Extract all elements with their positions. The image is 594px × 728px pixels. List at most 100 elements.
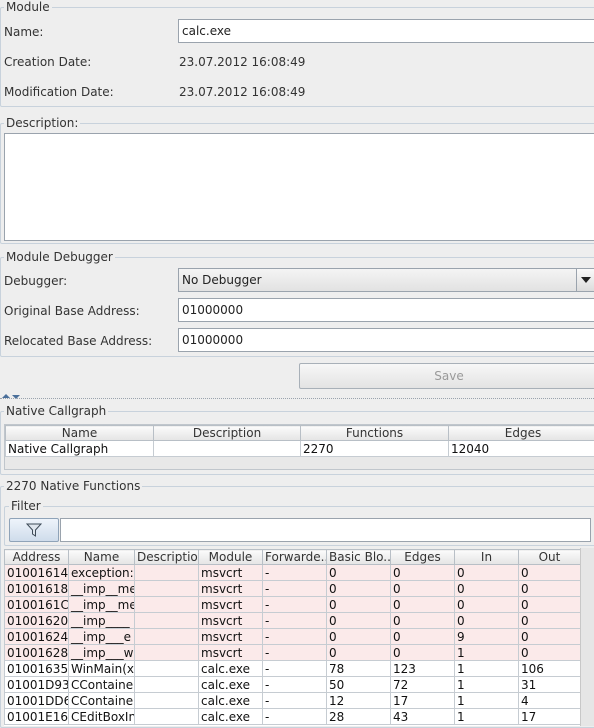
- debugger-select-value: No Debugger: [182, 273, 262, 287]
- table-cell: 78: [327, 661, 391, 677]
- original-base-label: Original Base Address:: [4, 304, 140, 318]
- callgraph-column-header[interactable]: Description: [154, 426, 301, 441]
- table-cell: calc.exe: [199, 677, 263, 693]
- functions-column-header[interactable]: Name: [69, 550, 135, 565]
- table-row[interactable]: 01001635WinMain(x,xcalc.exe-781231106: [5, 661, 581, 677]
- table-cell: calc.exe: [199, 693, 263, 709]
- table-cell: 1: [455, 677, 519, 693]
- table-cell: [135, 709, 199, 725]
- table-cell: 01001E16: [5, 709, 69, 725]
- table-cell: 0: [327, 565, 391, 581]
- table-row[interactable]: 01001618__imp__memsvcrt-0000: [5, 581, 581, 597]
- table-row[interactable]: 01001624__imp___emsvcrt-0090: [5, 629, 581, 645]
- table-cell: 0: [327, 613, 391, 629]
- table-cell: CContainer: [69, 693, 135, 709]
- dropdown-arrow-icon[interactable]: [576, 268, 594, 292]
- table-cell: 0: [519, 581, 581, 597]
- table-cell: 0: [327, 629, 391, 645]
- functions-legend: 2270 Native Functions: [4, 479, 142, 493]
- functions-column-header[interactable]: Basic Blo...: [327, 550, 391, 565]
- creation-date-label: Creation Date:: [4, 55, 91, 69]
- module-legend: Module: [4, 0, 52, 14]
- functions-scrollbar[interactable]: [580, 548, 594, 726]
- name-field[interactable]: calc.exe: [178, 19, 594, 43]
- table-cell: -: [263, 661, 327, 677]
- table-cell: Native Callgraph: [6, 441, 154, 457]
- table-cell: msvcrt: [199, 597, 263, 613]
- table-cell: 1: [455, 709, 519, 725]
- table-row[interactable]: 01001E16CEditBoxInpcalc.exe-2843117: [5, 709, 581, 725]
- table-cell: 123: [391, 661, 455, 677]
- table-cell: [135, 645, 199, 661]
- original-base-field[interactable]: 01000000: [178, 298, 594, 322]
- table-cell: 12040: [449, 441, 594, 457]
- table-cell: 0: [327, 597, 391, 613]
- table-cell: 4: [519, 693, 581, 709]
- description-textarea[interactable]: [4, 133, 594, 241]
- callgraph-column-header[interactable]: Edges: [449, 426, 594, 441]
- table-cell: [154, 441, 301, 457]
- debugger-select[interactable]: No Debugger: [178, 268, 594, 292]
- table-cell: 72: [391, 677, 455, 693]
- filter-button[interactable]: [9, 518, 59, 542]
- functions-column-header[interactable]: Description: [135, 550, 199, 565]
- table-cell: 0: [391, 613, 455, 629]
- table-row[interactable]: 01001614exception::emsvcrt-0000: [5, 565, 581, 581]
- table-cell: 0: [327, 645, 391, 661]
- relocated-base-field[interactable]: 01000000: [178, 328, 594, 352]
- table-cell: [135, 629, 199, 645]
- functions-column-header[interactable]: Address: [5, 550, 69, 565]
- table-cell: 0: [519, 565, 581, 581]
- table-cell: calc.exe: [199, 661, 263, 677]
- table-cell: [135, 677, 199, 693]
- table-cell: 0: [391, 597, 455, 613]
- callgraph-legend: Native Callgraph: [4, 404, 108, 418]
- table-row[interactable]: 01001628__imp___wmsvcrt-0010: [5, 645, 581, 661]
- filter-funnel-icon: [26, 523, 42, 537]
- functions-column-header[interactable]: In: [455, 550, 519, 565]
- functions-column-header[interactable]: Module: [199, 550, 263, 565]
- table-cell: 0: [455, 565, 519, 581]
- table-cell: 31: [519, 677, 581, 693]
- table-cell: __imp___e: [69, 629, 135, 645]
- callgraph-column-header[interactable]: Name: [6, 426, 154, 441]
- functions-column-header[interactable]: Out: [519, 550, 581, 565]
- table-cell: 50: [327, 677, 391, 693]
- table-cell: -: [263, 613, 327, 629]
- table-row[interactable]: Native Callgraph227012040: [6, 441, 594, 457]
- description-legend: Description:: [4, 116, 80, 130]
- save-button[interactable]: Save: [299, 363, 594, 389]
- filter-input[interactable]: [60, 518, 591, 542]
- callgraph-column-header[interactable]: Functions: [301, 426, 449, 441]
- table-cell: 0: [519, 597, 581, 613]
- creation-date-value: 23.07.2012 16:08:49: [179, 55, 305, 69]
- splitter-handle[interactable]: [0, 394, 594, 400]
- callgraph-table-wrap: NameDescriptionFunctionsEdges Native Cal…: [4, 424, 594, 470]
- table-row[interactable]: 01001D93CContainercalc.exe-5072131: [5, 677, 581, 693]
- table-cell: 9: [455, 629, 519, 645]
- table-cell: [135, 693, 199, 709]
- table-cell: 0: [455, 597, 519, 613]
- functions-column-header[interactable]: Forwarde...: [263, 550, 327, 565]
- table-row[interactable]: 01001620__imp____msvcrt-0000: [5, 613, 581, 629]
- table-cell: 01001618: [5, 581, 69, 597]
- table-cell: -: [263, 581, 327, 597]
- table-cell: -: [263, 709, 327, 725]
- table-cell: 0: [519, 613, 581, 629]
- table-cell: [135, 661, 199, 677]
- table-cell: 17: [391, 693, 455, 709]
- table-cell: 0: [327, 581, 391, 597]
- table-cell: 12: [327, 693, 391, 709]
- relocated-base-label: Relocated Base Address:: [4, 334, 152, 348]
- table-cell: 01001D93: [5, 677, 69, 693]
- table-cell: -: [263, 677, 327, 693]
- table-row[interactable]: 0100161C__imp__memsvcrt-0000: [5, 597, 581, 613]
- filter-legend: Filter: [9, 499, 43, 513]
- table-cell: -: [263, 645, 327, 661]
- table-cell: -: [263, 629, 327, 645]
- table-cell: msvcrt: [199, 629, 263, 645]
- functions-column-header[interactable]: Edges: [391, 550, 455, 565]
- table-row[interactable]: 01001DD6CContainercalc.exe-121714: [5, 693, 581, 709]
- table-cell: 106: [519, 661, 581, 677]
- table-cell: 1: [455, 661, 519, 677]
